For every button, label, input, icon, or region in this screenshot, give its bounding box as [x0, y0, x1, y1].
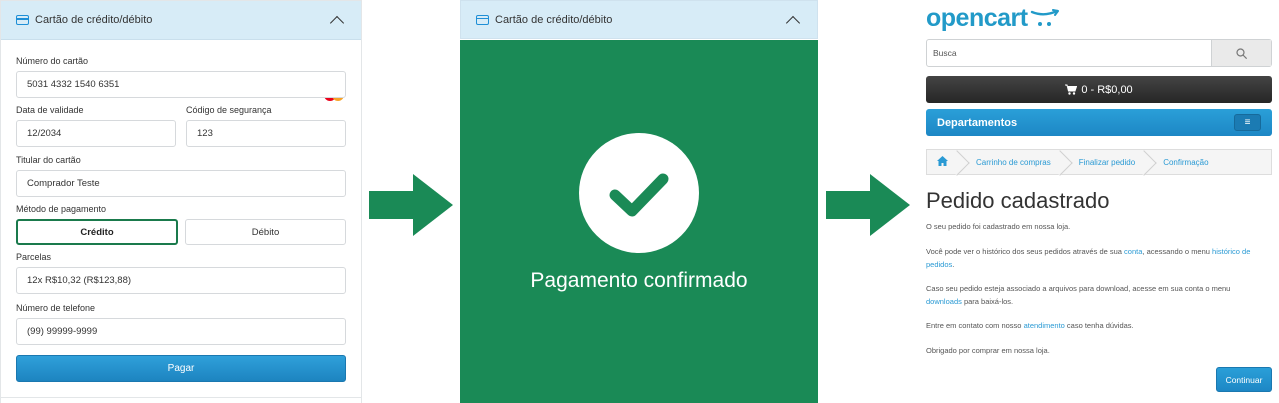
expiry-input[interactable]: 12/2034	[16, 120, 176, 147]
search-button[interactable]	[1211, 40, 1271, 66]
search-icon	[1236, 47, 1247, 59]
breadcrumb-item[interactable]: Confirmação	[1147, 150, 1220, 174]
order-registered-text: O seu pedido foi cadastrado em nossa loj…	[926, 222, 1071, 231]
breadcrumb-item[interactable]: Finalizar pedido	[1063, 150, 1147, 174]
confirmation-body: Pagamento confirmado	[460, 40, 818, 403]
breadcrumb-item[interactable]: Carrinho de compras	[960, 150, 1063, 174]
departments-label: Departamentos	[937, 116, 1018, 129]
page-title: Pedido cadastrado	[926, 188, 1110, 213]
expiry-label: Data de validade	[16, 105, 84, 115]
thank-you-text: Obrigado por comprar em nossa loja.	[926, 346, 1050, 355]
account-link[interactable]: conta	[1124, 247, 1142, 256]
cart-button[interactable]: 0 - R$0,00	[926, 76, 1272, 103]
support-link[interactable]: atendimento	[1024, 321, 1065, 330]
store-logo[interactable]: opencart	[926, 4, 1028, 33]
card-number-input[interactable]: 5031 4332 1540 6351	[16, 71, 346, 98]
installments-label: Parcelas	[16, 252, 52, 262]
home-icon	[937, 156, 948, 168]
shopping-cart-icon	[1065, 84, 1078, 95]
payment-form-panel: Cartão de crédito/débito Número do cartã…	[0, 0, 362, 403]
payment-method-header[interactable]: Cartão de crédito/débito	[1, 1, 361, 40]
search-bar: Busca	[926, 39, 1272, 67]
search-input[interactable]: Busca	[927, 40, 1211, 66]
store-confirmation-page: opencart Busca 0 - R$0,00 Departamentos …	[926, 0, 1272, 403]
phone-input[interactable]: (99) 99999-9999	[16, 318, 346, 345]
logo-cart-icon	[1030, 9, 1059, 26]
downloads-text: Caso seu pedido esteja associado a arqui…	[926, 284, 1231, 306]
pay-button[interactable]: Pagar	[16, 355, 346, 382]
holder-input[interactable]: Comprador Teste	[16, 170, 346, 197]
confirmation-header[interactable]: Cartão de crédito/débito	[460, 0, 818, 39]
cvv-input[interactable]: 123	[186, 120, 346, 147]
continue-button[interactable]: Continuar	[1216, 367, 1272, 392]
credit-card-icon	[16, 15, 29, 25]
phone-label: Número de telefone	[16, 303, 96, 313]
departments-menu[interactable]: Departamentos ≡	[926, 109, 1272, 136]
confirmation-panel: Cartão de crédito/débito Pagamento confi…	[460, 0, 818, 403]
breadcrumb: Carrinho de compras Finalizar pedido Con…	[926, 149, 1272, 175]
arrow-right-icon	[826, 174, 910, 236]
check-circle-icon	[579, 133, 699, 253]
installments-select[interactable]: 12x R$10,32 (R$123,88)	[16, 267, 346, 294]
card-number-label: Número do cartão	[16, 56, 89, 66]
credit-option[interactable]: Crédito	[16, 219, 178, 245]
payment-method-title: Cartão de crédito/débito	[35, 14, 153, 26]
order-history-text: Você pode ver o histórico dos seus pedid…	[926, 247, 1251, 269]
debit-option[interactable]: Débito	[185, 219, 346, 245]
payment-method-label: Método de pagamento	[16, 204, 107, 214]
confirmation-header-title: Cartão de crédito/débito	[495, 13, 613, 26]
breadcrumb-home[interactable]	[927, 150, 960, 174]
confirmation-message: Pagamento confirmado	[530, 269, 748, 292]
cart-summary: 0 - R$0,00	[1081, 83, 1133, 96]
panel-divider	[1, 397, 361, 398]
chevron-up-icon[interactable]	[329, 15, 345, 31]
downloads-link[interactable]: downloads	[926, 297, 962, 306]
credit-card-icon	[476, 14, 489, 25]
contact-text: Entre em contato com nosso atendimento c…	[926, 321, 1134, 330]
chevron-up-icon[interactable]	[785, 15, 801, 30]
holder-label: Titular do cartão	[16, 155, 81, 165]
menu-icon[interactable]: ≡	[1234, 114, 1261, 131]
cvv-label: Código de segurança	[186, 105, 272, 115]
arrow-right-icon	[369, 174, 453, 236]
